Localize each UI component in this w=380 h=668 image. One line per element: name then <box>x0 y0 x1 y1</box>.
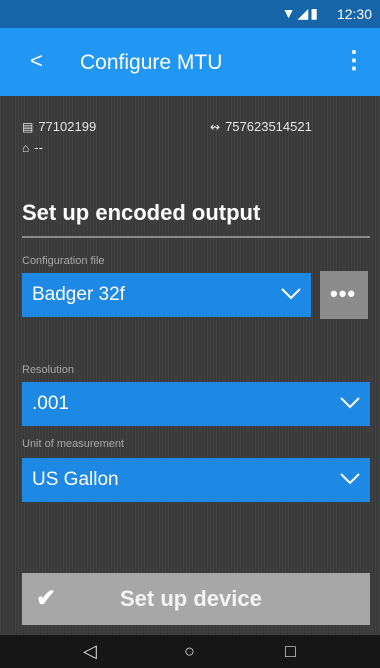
link-icon: ↭ <box>210 120 221 134</box>
meter-number-row: ↭ 757623514521 <box>210 119 312 134</box>
set-up-device-button[interactable]: ✔ Set up device <box>22 573 370 625</box>
address-row: ⌂ -- <box>22 140 43 155</box>
back-arrow-icon[interactable]: < <box>30 48 43 74</box>
status-bar: ▼◢▮ 12:30 <box>0 0 380 28</box>
page-title: Configure MTU <box>80 51 223 74</box>
resolution-label: Resolution <box>22 364 74 376</box>
overflow-menu-icon[interactable]: ⋮ <box>342 46 366 75</box>
resolution-select[interactable]: .001 <box>22 382 370 426</box>
status-time: 12:30 <box>336 6 372 22</box>
browse-config-button[interactable]: ••• <box>320 271 368 319</box>
unit-select[interactable]: US Gallon <box>22 458 370 502</box>
resolution-value: .001 <box>32 393 69 414</box>
mtu-id-row: ▤ 77102199 <box>22 119 96 134</box>
set-up-device-label: Set up device <box>120 586 262 611</box>
config-file-label: Configuration file <box>22 255 105 267</box>
meter-card-icon: ▤ <box>22 120 34 134</box>
address-value: -- <box>34 140 43 155</box>
chevron-down-icon <box>340 473 360 485</box>
mtu-id: 77102199 <box>38 119 97 134</box>
unit-label: Unit of measurement <box>22 438 125 450</box>
config-file-select[interactable]: Badger 32f <box>22 273 311 317</box>
app-bar: < Configure MTU ⋮ <box>0 28 380 96</box>
section-title: Set up encoded output <box>22 200 261 225</box>
system-nav-bar: ◁ ○ □ <box>0 635 380 668</box>
more-dots-icon: ••• <box>330 281 357 306</box>
unit-value: US Gallon <box>32 469 119 490</box>
config-file-value: Badger 32f <box>32 284 125 305</box>
nav-back-icon[interactable]: ◁ <box>83 641 97 662</box>
home-icon: ⌂ <box>22 141 30 155</box>
section-divider <box>22 236 370 238</box>
meter-number: 757623514521 <box>225 119 312 134</box>
chevron-down-icon <box>340 397 360 409</box>
checkmark-icon: ✔ <box>36 585 57 612</box>
signal-wifi-battery-icons: ▼◢▮ <box>281 5 320 21</box>
nav-home-icon[interactable]: ○ <box>184 641 195 662</box>
chevron-down-icon <box>281 288 301 300</box>
nav-recents-icon[interactable]: □ <box>285 641 296 662</box>
